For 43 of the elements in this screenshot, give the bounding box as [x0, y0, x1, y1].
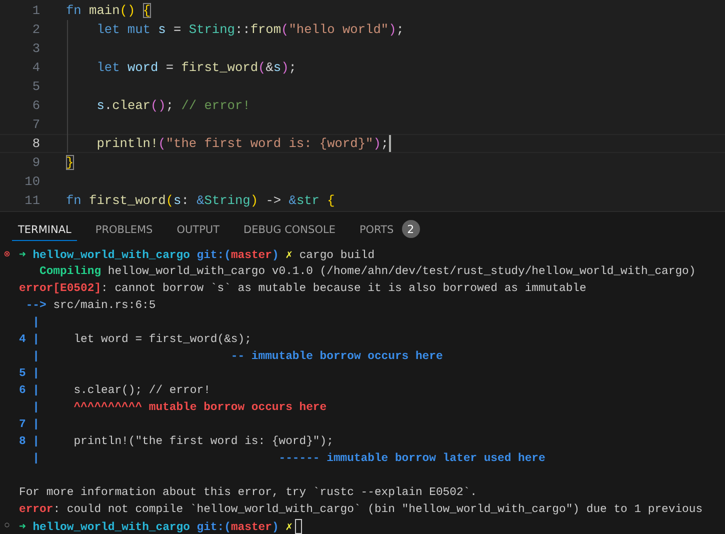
terminal-line: | [32, 316, 40, 328]
terminal-line: 8 | println!("the first word is: {word}"); [19, 436, 334, 448]
line-number: 7 [31, 117, 40, 132]
panel-tab[interactable]: DEBUG CONSOLE [238, 218, 342, 240]
code-line: } [66, 155, 74, 170]
code-line: let mut s = String::from("hello world"); [96, 22, 404, 37]
terminal-line: 7 | [19, 418, 40, 430]
line-number: 10 [24, 174, 40, 189]
line-number: 6 [31, 98, 40, 113]
terminal-line: 4 | let word = first_word(&s); [19, 334, 252, 346]
line-number: 1 [31, 3, 40, 18]
status-icon: ○ [4, 521, 19, 532]
line-number: 9 [31, 155, 40, 170]
terminal-line: --> src/main.rs:6:5 [24, 300, 156, 312]
code-line: s.clear(); // error! [96, 98, 250, 113]
terminal-line: | -- immutable borrow occurs here [32, 350, 443, 362]
line-number: 4 [31, 60, 40, 75]
line-number: 3 [31, 41, 40, 56]
line-number: 5 [31, 79, 40, 94]
terminal-line: error: could not compile `hellow_world_with_cargo` (bin "hellow_world_with_cargo") due to 1 previous [19, 504, 703, 516]
terminal-line: 6 | s.clear(); // error! [19, 384, 210, 396]
panel-tab[interactable]: TERMINAL [12, 218, 78, 240]
terminal-line: Compiling hellow_world_with_cargo v0.1.0 (/home/ahn/dev/test/rust_study/hellow_world_with_cargo) [38, 266, 696, 278]
terminal-line: 5 | [19, 368, 40, 380]
terminal-line: error[E0502]: cannot borrow `s` as mutable because it is also borrowed as immutable [19, 282, 586, 294]
panel-tab[interactable]: OUTPUT [170, 218, 226, 240]
code-editor[interactable] [0, 0, 725, 212]
panel-tab[interactable]: PROBLEMS [89, 218, 159, 240]
terminal-line: | ------ immutable borrow later used here [32, 452, 546, 464]
terminal-line: ➜ hellow_world_with_cargo git:(master) ✗ [19, 520, 292, 534]
line-number: 11 [24, 193, 40, 208]
line-number: 8 [31, 136, 40, 151]
panel-tab[interactable]: PORTS [353, 218, 400, 240]
terminal-line: For more information about this error, try `rustc --explain E0502`. [19, 486, 477, 498]
count-badge: 2 [402, 220, 420, 238]
terminal-line: ➜ hellow_world_with_cargo git:(master) ✗ cargo build [19, 248, 375, 262]
code-line: println!("the first word is: {word}"); [96, 136, 389, 151]
line-number: 2 [31, 22, 40, 37]
code-line: fn main() { [66, 3, 150, 18]
status-icon: ⊗ [4, 248, 19, 260]
code-line: fn first_word(s: &String) -> &str { [66, 193, 335, 208]
code-line: let word = first_word(&s); [96, 60, 296, 75]
terminal-line: | ^^^^^^^^^^ mutable borrow occurs here [32, 402, 327, 414]
